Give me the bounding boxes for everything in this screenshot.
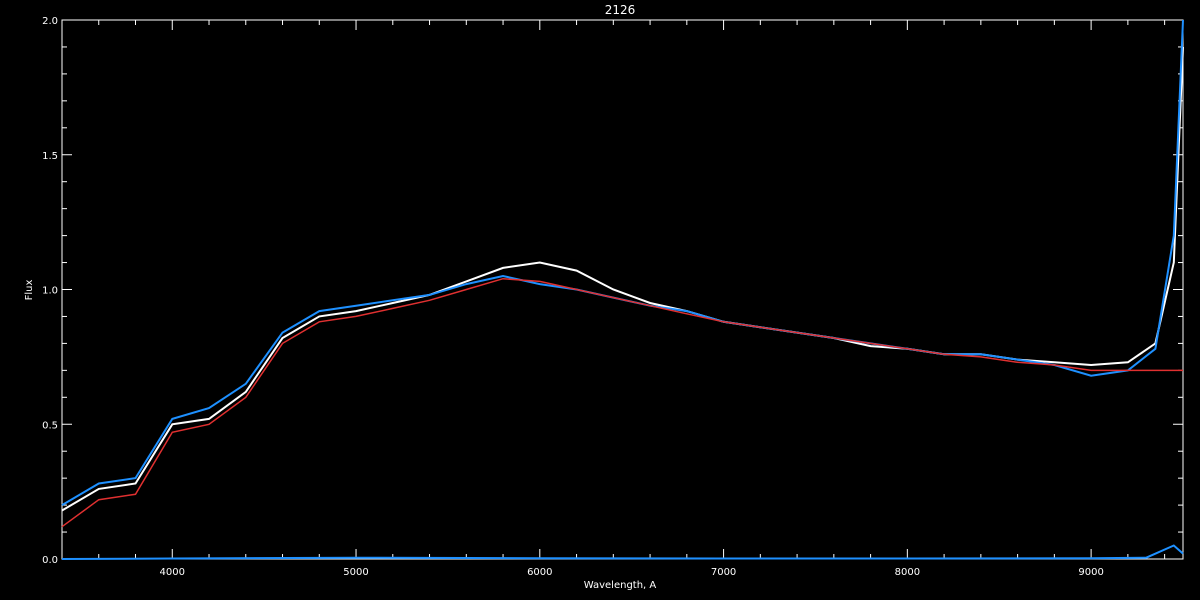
x-tick-label: 8000 [895, 567, 920, 578]
x-tick-label: 7000 [711, 567, 736, 578]
y-tick-label: 0.5 [42, 420, 58, 431]
y-tick-label: 2.0 [42, 16, 58, 27]
white-spectrum-line [61, 46, 1184, 512]
series-layer [61, 19, 1184, 560]
y-tick-label: 0.0 [42, 555, 58, 566]
y-tick-label: 1.5 [42, 151, 58, 162]
x-tick-label: 4000 [160, 567, 185, 578]
x-tick-label: 6000 [527, 567, 552, 578]
x-axis-label: Wavelength, A [584, 580, 657, 591]
x-tick-label: 5000 [343, 567, 368, 578]
spectrum-plot: 2126 4000 5000 6000 7000 8000 9000 0.0 0.5 1.0 1.… [24, 3, 1184, 591]
blue-error-line [61, 544, 1184, 560]
plot-frame [61, 19, 1184, 560]
chart-title: 2126 [605, 3, 636, 17]
y-axis-label: Flux [24, 280, 35, 301]
blue-spectrum-line [61, 19, 1184, 506]
x-tick-label: 9000 [1078, 567, 1103, 578]
y-tick-label: 1.0 [42, 286, 58, 297]
